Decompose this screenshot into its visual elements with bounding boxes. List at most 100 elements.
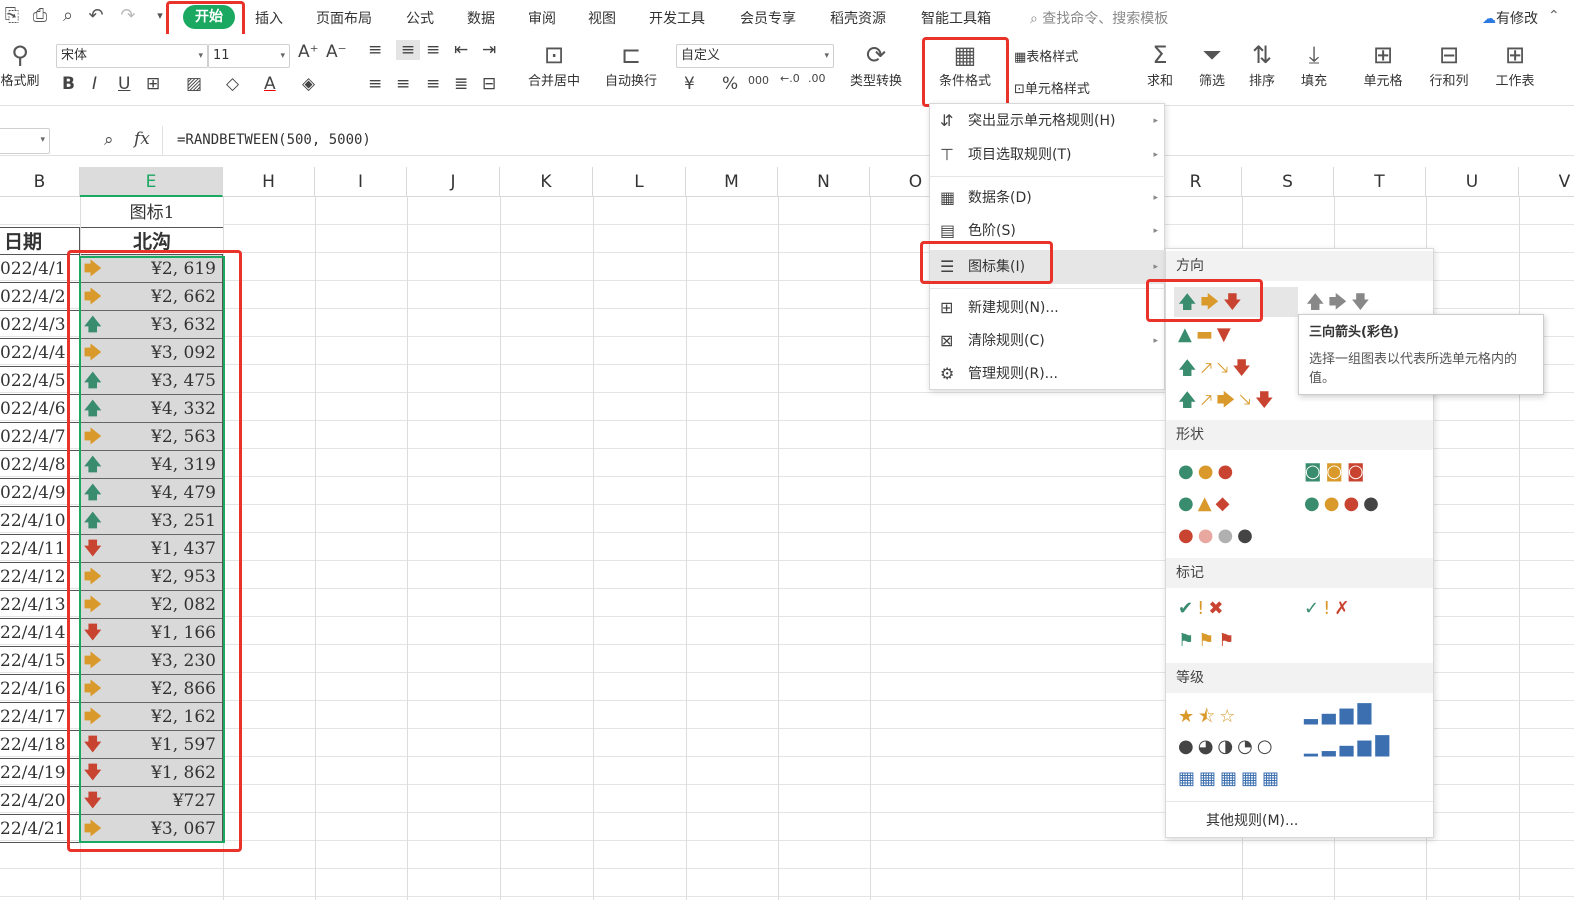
justify-icon[interactable]: ≣ <box>454 74 468 94</box>
date-cell[interactable]: 22/4/21 <box>0 815 80 843</box>
value-cell[interactable]: 🡆 ¥3, 067 <box>81 815 223 843</box>
align-top-icon[interactable]: ≡ <box>368 40 382 60</box>
other-rules-item[interactable]: 其他规则(M)... <box>1206 807 1298 835</box>
chart-label-cell[interactable]: 图标1 <box>81 199 223 227</box>
value-cell[interactable]: 🡅 ¥3, 632 <box>81 311 223 339</box>
value-cell[interactable]: 🡇 ¥727 <box>81 787 223 815</box>
date-cell[interactable]: 22/4/10 <box>0 507 80 535</box>
iconset-red-to-black[interactable]: ●●●● <box>1178 525 1257 546</box>
col-header-I[interactable]: I <box>315 167 407 197</box>
value-cell[interactable]: 🡇 ¥1, 437 <box>81 535 223 563</box>
sort-button[interactable]: ⇅ 排序 <box>1240 40 1284 89</box>
value-cell[interactable]: 🡆 ¥2, 563 <box>81 423 223 451</box>
col-header-H[interactable]: H <box>223 167 315 197</box>
date-cell[interactable]: 22/4/19 <box>0 759 80 787</box>
date-cell[interactable]: 022/4/4 <box>0 339 80 367</box>
header-date-cell[interactable]: 日期 <box>0 227 80 255</box>
iconset-3-traffic-lights-rimmed[interactable]: ◙◙◙ <box>1304 461 1368 482</box>
iconset-3-traffic-lights[interactable]: ●●● <box>1178 461 1237 482</box>
menu-manage-rules[interactable]: ⚙ 管理规则(R)... <box>930 359 1166 389</box>
align-bottom-icon[interactable]: ≡ <box>426 40 440 60</box>
iconset-3-arrows-colored[interactable]: 🡅🡆🡇 <box>1178 290 1246 320</box>
zoom-formula-icon[interactable]: ⌕ <box>104 130 114 150</box>
iconset-5-boxes[interactable]: ▦▦▦▦▦ <box>1178 768 1283 789</box>
date-cell[interactable]: 22/4/11 <box>0 535 80 563</box>
value-cell[interactable]: 🡆 ¥2, 662 <box>81 283 223 311</box>
col-header-J[interactable]: J <box>407 167 500 197</box>
menu-data-bars[interactable]: ▦ 数据条(D) ▸ <box>930 183 1166 213</box>
print-preview-icon[interactable]: ⌕ <box>58 6 78 26</box>
fx-button[interactable]: fx <box>134 129 150 149</box>
value-cell[interactable]: 🡆 ¥2, 162 <box>81 703 223 731</box>
value-cell[interactable]: 🡅 ¥3, 475 <box>81 367 223 395</box>
align-middle-icon[interactable]: ≡ <box>396 40 420 60</box>
date-cell[interactable]: 022/4/6 <box>0 395 80 423</box>
col-header-B[interactable]: B <box>0 167 80 197</box>
value-cell[interactable]: 🡆 ¥2, 619 <box>81 255 223 283</box>
tab-page-layout[interactable]: 页面布局 <box>316 8 372 28</box>
tab-docer[interactable]: 稻壳资源 <box>830 8 886 28</box>
cell-button[interactable]: ⊞ 单元格 <box>1354 40 1412 89</box>
tab-developer[interactable]: 开发工具 <box>649 8 705 28</box>
increase-decimal-icon[interactable]: ←.0 <box>780 72 800 85</box>
font-color-button[interactable]: A <box>264 74 276 94</box>
iconset-3-flags[interactable]: ⚑⚑⚑ <box>1178 630 1238 651</box>
font-name-select[interactable]: 宋体 ▾ <box>56 44 208 68</box>
value-cell[interactable]: 🡇 ¥1, 862 <box>81 759 223 787</box>
menu-color-scale[interactable]: ▤ 色阶(S) ▸ <box>930 216 1166 246</box>
tab-formula[interactable]: 公式 <box>406 8 434 28</box>
date-cell[interactable]: 022/4/8 <box>0 451 80 479</box>
value-cell[interactable]: 🡆 ¥3, 092 <box>81 339 223 367</box>
collapse-icon[interactable]: ⌃ <box>1548 8 1560 24</box>
underline-button[interactable]: U <box>118 74 130 94</box>
tab-data[interactable]: 数据 <box>467 8 495 28</box>
value-cell[interactable]: 🡅 ¥4, 479 <box>81 479 223 507</box>
value-cell[interactable]: 🡇 ¥1, 166 <box>81 619 223 647</box>
col-header-M[interactable]: M <box>686 167 778 197</box>
clear-format-icon[interactable]: ◈ <box>302 74 315 94</box>
date-cell[interactable]: 22/4/14 <box>0 619 80 647</box>
filter-button[interactable]: ⏷ 筛选 <box>1190 40 1234 89</box>
row-col-button[interactable]: ⊟ 行和列 <box>1420 40 1478 89</box>
col-header-N[interactable]: N <box>778 167 870 197</box>
date-cell[interactable]: 22/4/12 <box>0 563 80 591</box>
new-doc-icon[interactable]: ⎘ <box>2 6 22 26</box>
tab-insert[interactable]: 插入 <box>255 8 283 28</box>
align-left-icon[interactable]: ≡ <box>368 74 382 94</box>
worksheet-button[interactable]: ⊞ 工作表 <box>1486 40 1544 89</box>
border-icon[interactable]: ⊞ <box>146 74 160 94</box>
iconset-4-traffic-lights[interactable]: ●●●● <box>1304 493 1383 514</box>
tab-view[interactable]: 视图 <box>588 8 616 28</box>
col-header-K[interactable]: K <box>500 167 593 197</box>
cell-style-button[interactable]: ⊡单元格样式 <box>1014 78 1090 97</box>
value-cell[interactable]: 🡆 ¥2, 082 <box>81 591 223 619</box>
value-cell[interactable]: 🡅 ¥4, 319 <box>81 451 223 479</box>
menu-clear-rules[interactable]: ⊠ 清除规则(C) ▸ <box>930 326 1166 356</box>
iconset-5-quarters[interactable]: ●◕◑◔○ <box>1178 736 1277 757</box>
col-header-U[interactable]: U <box>1426 167 1519 197</box>
col-header-L[interactable]: L <box>593 167 686 197</box>
iconset-3-symbols[interactable]: ✓!✗ <box>1304 598 1353 619</box>
col-header-T[interactable]: T <box>1334 167 1426 197</box>
iconset-3-symbols-circled[interactable]: ✔!✖ <box>1178 598 1227 619</box>
increase-font-icon[interactable]: A⁺ <box>298 42 319 62</box>
col-header-S[interactable]: S <box>1242 167 1334 197</box>
tab-smart-tools[interactable]: 智能工具箱 <box>921 8 991 28</box>
menu-icon-sets[interactable]: ☰ 图标集(I) ▸ <box>930 250 1166 284</box>
wrap-text-button[interactable]: ⊏ 自动换行 <box>598 40 664 89</box>
distribute-icon[interactable]: ⊟ <box>482 74 496 94</box>
menu-new-rule[interactable]: ⊞ 新建规则(N)... <box>930 293 1166 323</box>
font-size-select[interactable]: 11 ▾ <box>208 44 290 68</box>
name-box[interactable]: ▾ <box>0 128 50 154</box>
header-value-cell[interactable]: 北沟 <box>81 227 223 255</box>
currency-button[interactable]: ¥ <box>684 74 695 94</box>
cell-fill-pattern-icon[interactable]: ▨ <box>186 74 202 94</box>
iconset-3-stars[interactable]: ★⯪☆ <box>1178 704 1239 734</box>
align-center-icon[interactable]: ≡ <box>396 74 410 94</box>
date-cell[interactable]: 22/4/18 <box>0 731 80 759</box>
bold-button[interactable]: B <box>62 74 75 94</box>
indent-decrease-icon[interactable]: ⇤ <box>454 40 468 60</box>
menu-top-rules[interactable]: ⊤ 项目选取规则(T) ▸ <box>930 140 1166 170</box>
formula-input[interactable]: =RANDBETWEEN(500, 5000) <box>162 126 1574 155</box>
tab-start[interactable]: 开始 <box>183 5 235 29</box>
